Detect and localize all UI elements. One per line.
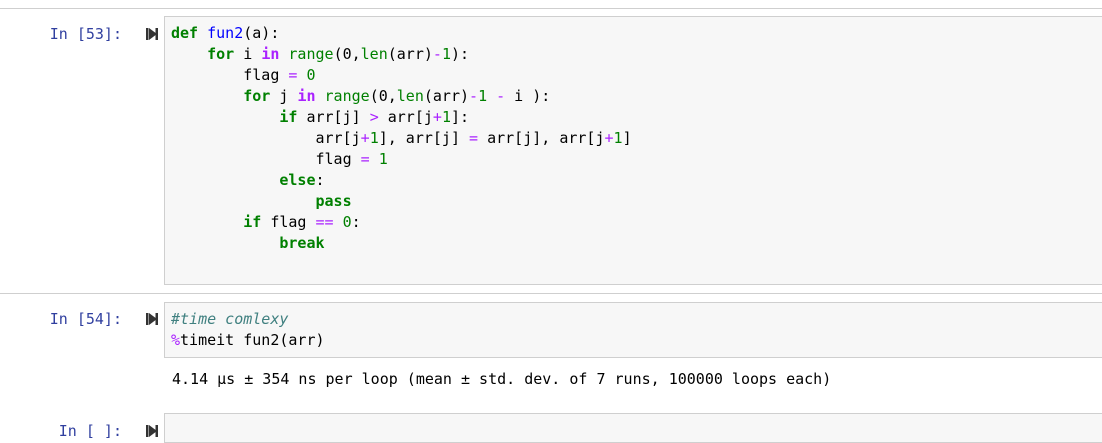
code-line: for i in range(0,len(arr)-1): — [171, 44, 632, 65]
code-token: flag — [171, 66, 289, 84]
code-token: 1 — [613, 129, 623, 147]
code-token: - — [432, 45, 442, 63]
code-token: % — [171, 331, 181, 349]
code-token: flag — [171, 150, 361, 168]
code-token: #time comlexy — [171, 310, 289, 328]
code-token: range — [324, 87, 370, 105]
code-line: def fun2(a): — [171, 23, 632, 44]
collapse-toggle-icon[interactable] — [145, 312, 159, 326]
code-token: fun2 — [207, 24, 244, 42]
code-token: == — [315, 213, 334, 231]
code-editor[interactable] — [164, 413, 1102, 443]
code-token: if — [279, 108, 298, 126]
code-token: 1 — [441, 45, 451, 63]
code-line: if arr[j] > arr[j+1]: — [171, 107, 632, 128]
code-token: 1 — [369, 129, 379, 147]
code-token: (arr) — [423, 87, 470, 105]
code-token: range — [288, 45, 334, 63]
code-token: break — [279, 234, 325, 252]
code-token: : — [315, 171, 325, 189]
code-token: - — [496, 87, 506, 105]
code-token: ): — [450, 45, 470, 63]
code-line: %timeit fun2(arr) — [171, 330, 325, 351]
code-token: (arr) — [387, 45, 433, 63]
code-token: else — [279, 171, 316, 189]
code-line: flag = 1 — [171, 149, 632, 170]
code-token: = — [469, 129, 479, 147]
code-line: #time comlexy — [171, 309, 325, 330]
code-token: : — [351, 213, 361, 231]
code-token: arr[j], arr[j — [478, 129, 605, 147]
code-token: def — [171, 24, 199, 42]
code-token: - — [469, 87, 479, 105]
code-editor[interactable]: def fun2(a): for i in range(0,len(arr)-1… — [164, 16, 1102, 285]
code-token: 1 — [478, 87, 488, 105]
cell-divider — [0, 293, 1102, 294]
code-token: i ): — [505, 87, 551, 105]
code-token: j — [270, 87, 298, 105]
code-token: (0, — [369, 87, 397, 105]
code-line: if flag == 0: — [171, 212, 632, 233]
code-token: (a): — [243, 24, 280, 42]
code-token: = — [360, 150, 370, 168]
code-line: break — [171, 233, 632, 254]
collapse-toggle-icon[interactable] — [145, 27, 159, 41]
code-token: arr[j] — [297, 108, 370, 126]
code-token: ] — [622, 129, 632, 147]
code-token: for — [207, 45, 235, 63]
cell-divider-top — [0, 8, 1102, 9]
code-token: i — [234, 45, 262, 63]
code-content: #time comlexy %timeit fun2(arr) — [171, 309, 325, 351]
code-token: ]: — [450, 108, 470, 126]
code-token: for — [243, 87, 271, 105]
code-line: pass — [171, 191, 632, 212]
cell-output-text: 4.14 µs ± 354 ns per loop (mean ± std. d… — [172, 370, 832, 388]
cell-prompt: In [ ]: — [58, 422, 122, 440]
code-token: len — [396, 87, 424, 105]
code-token: 1 — [441, 108, 451, 126]
code-token: + — [432, 108, 442, 126]
code-token: 1 — [378, 150, 388, 168]
code-token: ], arr[j] — [378, 129, 470, 147]
code-token: len — [360, 45, 388, 63]
code-token: + — [604, 129, 614, 147]
code-token: > — [369, 108, 379, 126]
cell-prompt: In [54]: — [49, 310, 122, 328]
collapse-toggle-icon[interactable] — [145, 424, 159, 438]
code-token: pass — [315, 192, 352, 210]
code-token: flag — [261, 213, 316, 231]
code-content: def fun2(a): for i in range(0,len(arr)-1… — [171, 23, 632, 254]
code-token: in — [297, 87, 316, 105]
code-token: arr[j — [171, 129, 361, 147]
code-token: if — [243, 213, 262, 231]
code-line: for j in range(0,len(arr)-1 - i ): — [171, 86, 632, 107]
code-line: else: — [171, 170, 632, 191]
code-token: (0, — [333, 45, 361, 63]
code-token: 0 — [342, 213, 352, 231]
code-token: timeit fun2(arr) — [180, 331, 325, 349]
code-token: arr[j — [378, 108, 433, 126]
code-token: 0 — [306, 66, 316, 84]
code-editor[interactable]: #time comlexy %timeit fun2(arr) — [164, 302, 1102, 358]
code-token: in — [261, 45, 280, 63]
cell-prompt: In [53]: — [49, 25, 122, 43]
code-line: arr[j+1], arr[j] = arr[j], arr[j+1] — [171, 128, 632, 149]
code-token: + — [360, 129, 370, 147]
code-line: flag = 0 — [171, 65, 632, 86]
